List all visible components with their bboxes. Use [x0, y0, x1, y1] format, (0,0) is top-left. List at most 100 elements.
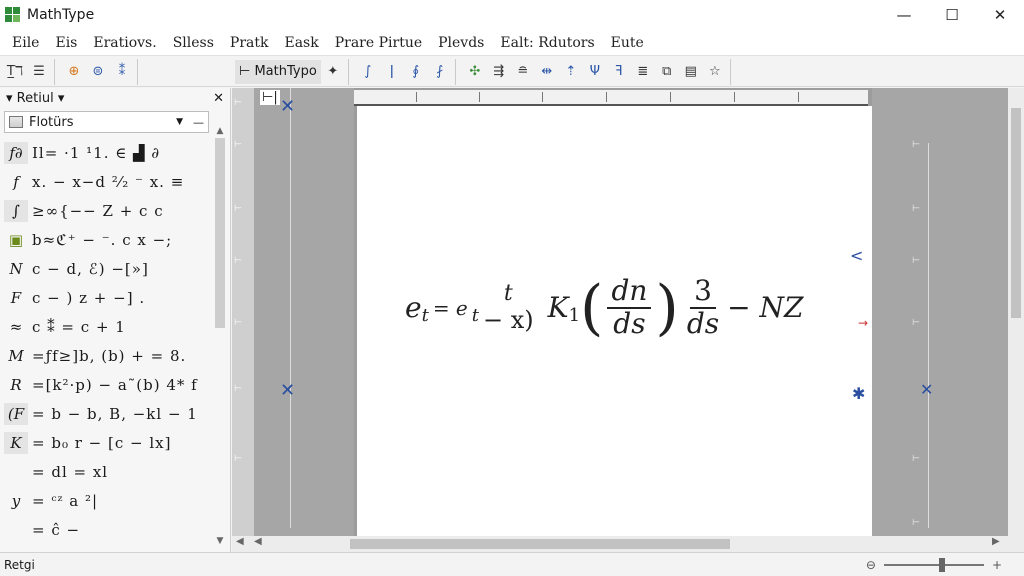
palette-row[interactable]: R =[k²·p) − a˜(b) 4* f [4, 370, 208, 399]
editor-hscroll-thumb[interactable] [350, 539, 730, 549]
zoom-slider[interactable] [883, 558, 984, 572]
editor-vscroll-thumb[interactable] [1011, 108, 1021, 318]
open-icon[interactable]: ☰ [27, 60, 51, 84]
zoom-in-button[interactable]: + [992, 558, 1002, 572]
scroll-right-icon[interactable]: ▶ [992, 536, 1000, 547]
palette-list: f∂ Il= ·1 ¹1. ∈ ▟ ∂ f x. − x−d ²⁄₂ ⁻ x. ≡ … [4, 138, 208, 544]
palette-row[interactable]: Nc − d, ℰ) −[»] [4, 254, 208, 283]
close-button[interactable]: ✕ [976, 0, 1024, 30]
editor-area: ⊢ ⊢ ⊢ ⊢ ⊢ ⊢ ⊢ ✕ ✕ ⊢| et = et t − x) K1 ( [232, 88, 1024, 536]
menu-item-view[interactable]: Eratiovs. [85, 35, 164, 51]
lines-icon[interactable]: ≣ [631, 60, 655, 84]
ruler-tick [479, 92, 480, 102]
palette-row[interactable]: f∂ Il= ·1 ¹1. ∈ ▟ ∂ [4, 138, 208, 167]
eq-fraction-3: 3 ds [683, 275, 723, 340]
palette-row-expression: = b₀ r − [c − lx] [32, 433, 172, 452]
star-icon[interactable]: ☆ [703, 60, 727, 84]
minimize-button[interactable]: — [880, 0, 928, 30]
menu-item-format[interactable]: Slless [165, 35, 222, 51]
ruler-tick: ⊢ [234, 256, 242, 266]
flag-icon[interactable]: ꟻ [607, 60, 631, 84]
palette-scroll-thumb[interactable] [215, 138, 225, 328]
palette-row[interactable]: ▣ b≈ℭ⁺ − ⁻. c x −; [4, 225, 208, 254]
menu-bar: Eile Eis Eratiovs. Slless Pratk Eask Pra… [0, 30, 1024, 56]
palette-scrollbar[interactable]: ▲ ▼ [214, 126, 226, 548]
equation[interactable]: et = et t − x) K1 ( dn ds ) 3 ds − NZ [405, 275, 803, 340]
palette-row[interactable]: = ĉ − [4, 515, 208, 544]
menu-item-contribute[interactable]: Plevds [430, 35, 492, 51]
anchor-cross-icon[interactable]: ✕ [920, 380, 933, 399]
bar-icon[interactable]: ǀ [380, 60, 404, 84]
maximize-button[interactable]: ☐ [928, 0, 976, 30]
palette-row[interactable]: K = b₀ r − [c − lx] [4, 428, 208, 457]
scroll-down-icon[interactable]: ▼ [214, 536, 226, 546]
palette-row-symbol: M [8, 346, 24, 365]
left-gutter: ✕ ✕ ⊢| [254, 88, 354, 536]
ruler-tick: ⊢ [234, 140, 242, 150]
align-icon[interactable]: ⇶ [487, 60, 511, 84]
palette-row-symbol: f [13, 172, 19, 191]
menu-item-edit[interactable]: Eis [47, 35, 85, 51]
image-icon[interactable]: ⧉ [655, 60, 679, 84]
editor-vertical-scrollbar[interactable] [1008, 88, 1024, 536]
new-equation-icon[interactable]: T̲ℸ [3, 60, 27, 84]
menu-item-style[interactable]: Pratk [222, 35, 277, 51]
menu-item-size[interactable]: Eask [276, 35, 326, 51]
scroll-left-icon[interactable]: ◀ [236, 536, 244, 547]
anchor-star-icon[interactable]: ✱ [852, 384, 865, 403]
document-icon[interactable]: ▤ [679, 60, 703, 84]
category-select[interactable]: Flotürs ▼ — [4, 111, 209, 133]
panel-minimize-icon[interactable]: — [193, 116, 204, 129]
toolbar-group-mode: ⊢ MathTypo ✦ [232, 58, 349, 85]
palette-row[interactable]: = dl = xl [4, 457, 208, 486]
ruler-tick [606, 92, 607, 102]
palette-row[interactable]: ∫ ≥∞{−− Z + c c [4, 196, 208, 225]
menu-item-file[interactable]: Eile [4, 35, 47, 51]
toolbar-group-zoom: ⊕ ⊜ ⁑ [59, 58, 138, 85]
mathtype-mode-button[interactable]: ⊢ MathTypo [235, 59, 321, 84]
panel-close-icon[interactable]: ✕ [213, 91, 224, 106]
palette-row[interactable]: M =ƒf≥]b, (b) + = 8. [4, 341, 208, 370]
equals-align-icon[interactable]: ≘ [511, 60, 535, 84]
panel-title[interactable]: ▾ Retiul ▾ [6, 91, 64, 106]
marker-arrow-icon[interactable]: → [858, 316, 868, 330]
palette-row[interactable]: y = ᶜᶻ a ²| [4, 486, 208, 515]
panel-header: ▾ Retiul ▾ ✕ [0, 88, 230, 108]
sparkle-green-icon[interactable]: ✣ [463, 60, 487, 84]
arrow-split-icon[interactable]: ⇹ [535, 60, 559, 84]
palette-row-symbol [4, 461, 28, 483]
toolbar-group-templates: ∫ ǀ ∮ ⨏ [353, 58, 456, 85]
eq-fraction-1: t − x) [483, 281, 534, 334]
integral-icon[interactable]: ∫ [356, 60, 380, 84]
palette-row-symbol: N [9, 259, 23, 278]
menu-item-preferences[interactable]: Prare Pirtue [327, 35, 430, 51]
chevron-left-icon[interactable]: < [850, 246, 863, 265]
arrow-up-icon[interactable]: ⇡ [559, 60, 583, 84]
ruler-tick: ⊢ [234, 204, 242, 214]
ruler-tick: ⊢ [234, 98, 242, 108]
palette-row-expression: ≥∞{−− Z + c c [32, 201, 164, 220]
slash-integral-icon[interactable]: ⨏ [428, 60, 452, 84]
ruler-tick: ⊢ [912, 318, 920, 328]
anchor-cross-icon[interactable]: ✕ [280, 380, 295, 401]
menu-item-tools[interactable]: Ealt: Rdutors [492, 35, 602, 51]
zoom-out-icon[interactable]: ⊜ [86, 60, 110, 84]
cursor-icon[interactable]: ✦ [321, 60, 345, 84]
psi-icon[interactable]: Ψ [583, 60, 607, 84]
contour-integral-icon[interactable]: ∮ [404, 60, 428, 84]
zoom-slider-knob[interactable] [938, 558, 945, 572]
palette-row[interactable]: (F = b − b, B, −kl − 1 [4, 399, 208, 428]
palette-row[interactable]: f x. − x−d ²⁄₂ ⁻ x. ≡ [4, 167, 208, 196]
scroll-up-icon[interactable]: ▲ [214, 126, 226, 136]
zoom-out-button[interactable]: ⊖ [866, 558, 876, 572]
palette-row[interactable]: Fc − ) z + −] . [4, 283, 208, 312]
equation-page[interactable]: et = et t − x) K1 ( dn ds ) 3 ds − NZ [357, 106, 872, 536]
anchor-cross-icon[interactable]: ✕ [280, 96, 295, 117]
palette-row[interactable]: ≈ c ⁑ = c + 1 [4, 312, 208, 341]
scroll-left-icon-2[interactable]: ◀ [254, 536, 262, 547]
zoom-in-icon[interactable]: ⊕ [62, 60, 86, 84]
editor-horizontal-scrollbar[interactable]: ◀ ◀ ▶ [232, 536, 1024, 552]
sparkle-icon[interactable]: ⁑ [110, 60, 134, 84]
right-gutter: ⊢ ⊢ ⊢ ⊢ ⊢ ⊢ < → ✱ ✕ [850, 88, 1024, 536]
menu-item-help[interactable]: Eute [603, 35, 652, 51]
